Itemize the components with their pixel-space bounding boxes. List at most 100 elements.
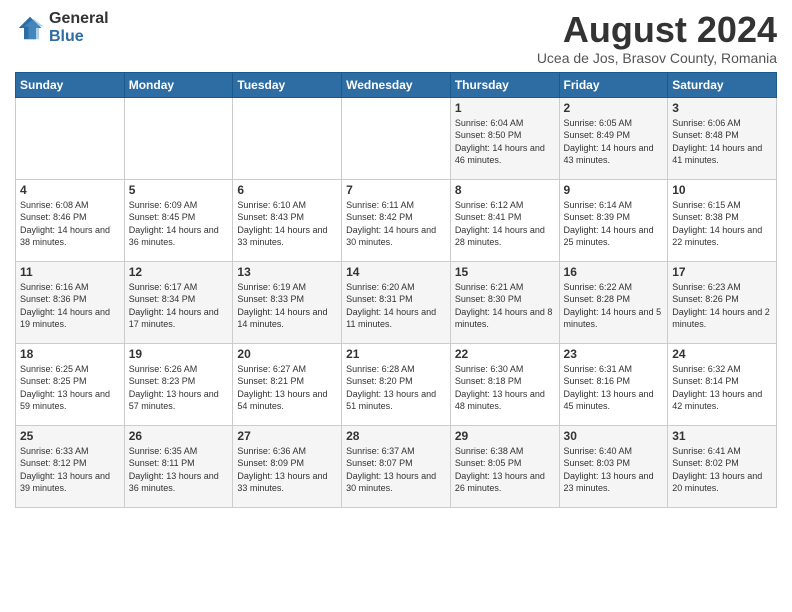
- calendar-cell-2-6: 17Sunrise: 6:23 AM Sunset: 8:26 PM Dayli…: [668, 261, 777, 343]
- day-info: Sunrise: 6:28 AM Sunset: 8:20 PM Dayligh…: [346, 363, 446, 413]
- day-info: Sunrise: 6:26 AM Sunset: 8:23 PM Dayligh…: [129, 363, 229, 413]
- day-info: Sunrise: 6:19 AM Sunset: 8:33 PM Dayligh…: [237, 281, 337, 331]
- day-number: 21: [346, 347, 446, 361]
- day-number: 30: [564, 429, 664, 443]
- day-info: Sunrise: 6:36 AM Sunset: 8:09 PM Dayligh…: [237, 445, 337, 495]
- day-info: Sunrise: 6:25 AM Sunset: 8:25 PM Dayligh…: [20, 363, 120, 413]
- calendar-cell-2-1: 12Sunrise: 6:17 AM Sunset: 8:34 PM Dayli…: [124, 261, 233, 343]
- day-number: 12: [129, 265, 229, 279]
- calendar-cell-0-3: [342, 97, 451, 179]
- day-number: 31: [672, 429, 772, 443]
- title-section: August 2024 Ucea de Jos, Brasov County, …: [537, 10, 777, 66]
- day-number: 24: [672, 347, 772, 361]
- day-number: 8: [455, 183, 555, 197]
- day-number: 28: [346, 429, 446, 443]
- logo-general-text: General: [49, 10, 109, 28]
- day-info: Sunrise: 6:35 AM Sunset: 8:11 PM Dayligh…: [129, 445, 229, 495]
- logo-text: General Blue: [49, 10, 109, 45]
- day-info: Sunrise: 6:14 AM Sunset: 8:39 PM Dayligh…: [564, 199, 664, 249]
- calendar-week-3: 11 Sunrise: 6:16 AM Sunset: 8:36 PM Dayli…: [16, 261, 777, 343]
- calendar-cell-1-1: 5 Sunrise: 6:09 AM Sunset: 8:45 PM Daylig…: [124, 179, 233, 261]
- header-thursday: Thursday: [450, 72, 559, 97]
- day-number: 10: [672, 183, 772, 197]
- day-number: 13: [237, 265, 337, 279]
- day-number: 16: [564, 265, 664, 279]
- day-number: 18: [20, 347, 120, 361]
- calendar-header-row: Sunday Monday Tuesday Wednesday Thursday…: [16, 72, 777, 97]
- calendar-cell-3-0: 18 Sunrise: 6:25 AM Sunset: 8:25 PM Dayli…: [16, 343, 125, 425]
- calendar-cell-4-5: 30 Sunrise: 6:40 AM Sunset: 8:03 PM Dayli…: [559, 425, 668, 507]
- page-container: General Blue August 2024 Ucea de Jos, Br…: [0, 0, 792, 612]
- calendar-week-5: 25Sunrise: 6:33 AM Sunset: 8:12 PM Dayli…: [16, 425, 777, 507]
- calendar-week-1: 1Sunrise: 6:04 AM Sunset: 8:50 PM Daylig…: [16, 97, 777, 179]
- calendar-cell-0-5: 2 Sunrise: 6:05 AM Sunset: 8:49 PM Daylig…: [559, 97, 668, 179]
- calendar-cell-3-4: 22 Sunrise: 6:30 AM Sunset: 8:18 PM Dayli…: [450, 343, 559, 425]
- day-number: 19: [129, 347, 229, 361]
- calendar-cell-3-6: 24Sunrise: 6:32 AM Sunset: 8:14 PM Dayli…: [668, 343, 777, 425]
- day-info: Sunrise: 6:31 AM Sunset: 8:16 PM Dayligh…: [564, 363, 664, 413]
- day-info: Sunrise: 6:22 AM Sunset: 8:28 PM Dayligh…: [564, 281, 664, 331]
- day-info: Sunrise: 6:27 AM Sunset: 8:21 PM Dayligh…: [237, 363, 337, 413]
- calendar-cell-1-3: 7 Sunrise: 6:11 AM Sunset: 8:42 PM Daylig…: [342, 179, 451, 261]
- day-info: Sunrise: 6:37 AM Sunset: 8:07 PM Dayligh…: [346, 445, 446, 495]
- day-info: Sunrise: 6:06 AM Sunset: 8:48 PM Dayligh…: [672, 117, 772, 167]
- calendar-cell-0-2: [233, 97, 342, 179]
- calendar-cell-1-5: 9 Sunrise: 6:14 AM Sunset: 8:39 PM Daylig…: [559, 179, 668, 261]
- day-number: 7: [346, 183, 446, 197]
- header-saturday: Saturday: [668, 72, 777, 97]
- header-monday: Monday: [124, 72, 233, 97]
- calendar-cell-4-4: 29 Sunrise: 6:38 AM Sunset: 8:05 PM Dayli…: [450, 425, 559, 507]
- day-info: Sunrise: 6:15 AM Sunset: 8:38 PM Dayligh…: [672, 199, 772, 249]
- calendar-cell-3-2: 20 Sunrise: 6:27 AM Sunset: 8:21 PM Dayli…: [233, 343, 342, 425]
- day-number: 29: [455, 429, 555, 443]
- day-info: Sunrise: 6:20 AM Sunset: 8:31 PM Dayligh…: [346, 281, 446, 331]
- day-number: 5: [129, 183, 229, 197]
- calendar-cell-1-2: 6Sunrise: 6:10 AM Sunset: 8:43 PM Daylig…: [233, 179, 342, 261]
- calendar-cell-0-0: [16, 97, 125, 179]
- day-info: Sunrise: 6:11 AM Sunset: 8:42 PM Dayligh…: [346, 199, 446, 249]
- header-tuesday: Tuesday: [233, 72, 342, 97]
- day-info: Sunrise: 6:41 AM Sunset: 8:02 PM Dayligh…: [672, 445, 772, 495]
- day-info: Sunrise: 6:05 AM Sunset: 8:49 PM Dayligh…: [564, 117, 664, 167]
- day-info: Sunrise: 6:30 AM Sunset: 8:18 PM Dayligh…: [455, 363, 555, 413]
- month-title: August 2024: [537, 10, 777, 50]
- day-number: 2: [564, 101, 664, 115]
- day-number: 9: [564, 183, 664, 197]
- calendar-cell-3-5: 23Sunrise: 6:31 AM Sunset: 8:16 PM Dayli…: [559, 343, 668, 425]
- calendar-cell-2-3: 14 Sunrise: 6:20 AM Sunset: 8:31 PM Dayli…: [342, 261, 451, 343]
- calendar-cell-0-4: 1Sunrise: 6:04 AM Sunset: 8:50 PM Daylig…: [450, 97, 559, 179]
- day-number: 4: [20, 183, 120, 197]
- calendar-cell-4-2: 27 Sunrise: 6:36 AM Sunset: 8:09 PM Dayli…: [233, 425, 342, 507]
- day-number: 3: [672, 101, 772, 115]
- header: General Blue August 2024 Ucea de Jos, Br…: [15, 10, 777, 66]
- day-number: 27: [237, 429, 337, 443]
- day-info: Sunrise: 6:16 AM Sunset: 8:36 PM Dayligh…: [20, 281, 120, 331]
- calendar-cell-0-1: [124, 97, 233, 179]
- header-friday: Friday: [559, 72, 668, 97]
- day-number: 11: [20, 265, 120, 279]
- location-subtitle: Ucea de Jos, Brasov County, Romania: [537, 50, 777, 66]
- day-number: 26: [129, 429, 229, 443]
- calendar-week-4: 18 Sunrise: 6:25 AM Sunset: 8:25 PM Dayli…: [16, 343, 777, 425]
- day-number: 14: [346, 265, 446, 279]
- calendar-cell-2-4: 15Sunrise: 6:21 AM Sunset: 8:30 PM Dayli…: [450, 261, 559, 343]
- day-number: 1: [455, 101, 555, 115]
- day-info: Sunrise: 6:08 AM Sunset: 8:46 PM Dayligh…: [20, 199, 120, 249]
- day-info: Sunrise: 6:21 AM Sunset: 8:30 PM Dayligh…: [455, 281, 555, 331]
- calendar-cell-4-0: 25Sunrise: 6:33 AM Sunset: 8:12 PM Dayli…: [16, 425, 125, 507]
- day-info: Sunrise: 6:40 AM Sunset: 8:03 PM Dayligh…: [564, 445, 664, 495]
- calendar-table: Sunday Monday Tuesday Wednesday Thursday…: [15, 72, 777, 508]
- day-number: 6: [237, 183, 337, 197]
- day-number: 17: [672, 265, 772, 279]
- day-number: 22: [455, 347, 555, 361]
- day-number: 25: [20, 429, 120, 443]
- day-info: Sunrise: 6:09 AM Sunset: 8:45 PM Dayligh…: [129, 199, 229, 249]
- calendar-cell-1-6: 10 Sunrise: 6:15 AM Sunset: 8:38 PM Dayli…: [668, 179, 777, 261]
- day-info: Sunrise: 6:38 AM Sunset: 8:05 PM Dayligh…: [455, 445, 555, 495]
- day-number: 20: [237, 347, 337, 361]
- calendar-cell-0-6: 3 Sunrise: 6:06 AM Sunset: 8:48 PM Daylig…: [668, 97, 777, 179]
- calendar-week-2: 4 Sunrise: 6:08 AM Sunset: 8:46 PM Daylig…: [16, 179, 777, 261]
- header-wednesday: Wednesday: [342, 72, 451, 97]
- calendar-cell-4-6: 31 Sunrise: 6:41 AM Sunset: 8:02 PM Dayli…: [668, 425, 777, 507]
- calendar-cell-3-3: 21 Sunrise: 6:28 AM Sunset: 8:20 PM Dayli…: [342, 343, 451, 425]
